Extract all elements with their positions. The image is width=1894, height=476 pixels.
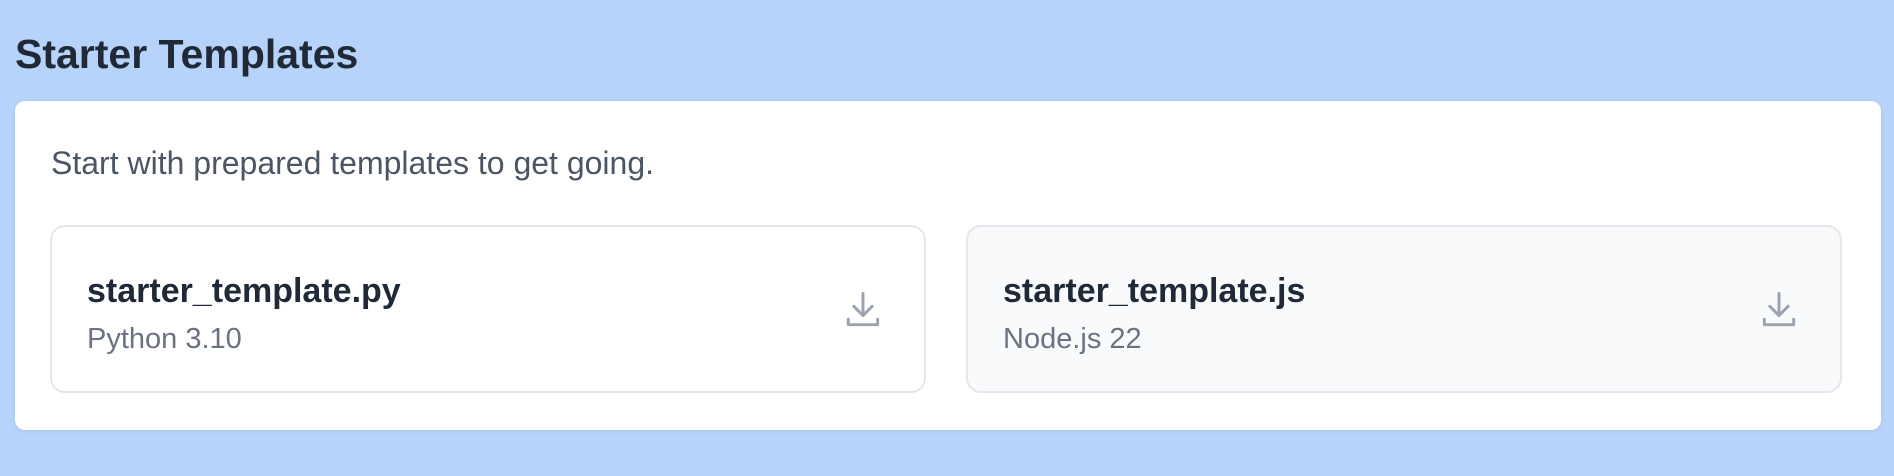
page-title: Starter Templates: [15, 31, 359, 77]
template-card-node[interactable]: starter_template.js Node.js 22: [966, 225, 1842, 393]
starter-templates-panel: Start with prepared templates to get goi…: [15, 101, 1881, 430]
template-name: starter_template.js: [1003, 272, 1306, 310]
panel-description: Start with prepared templates to get goi…: [51, 145, 655, 181]
download-icon: [1762, 292, 1796, 327]
template-name: starter_template.py: [87, 272, 401, 310]
download-button[interactable]: [838, 285, 888, 335]
template-card-python[interactable]: starter_template.py Python 3.10: [50, 225, 926, 393]
template-runtime: Python 3.10: [87, 323, 242, 355]
download-button[interactable]: [1754, 285, 1804, 335]
template-runtime: Node.js 22: [1003, 323, 1142, 355]
download-icon: [846, 292, 880, 327]
